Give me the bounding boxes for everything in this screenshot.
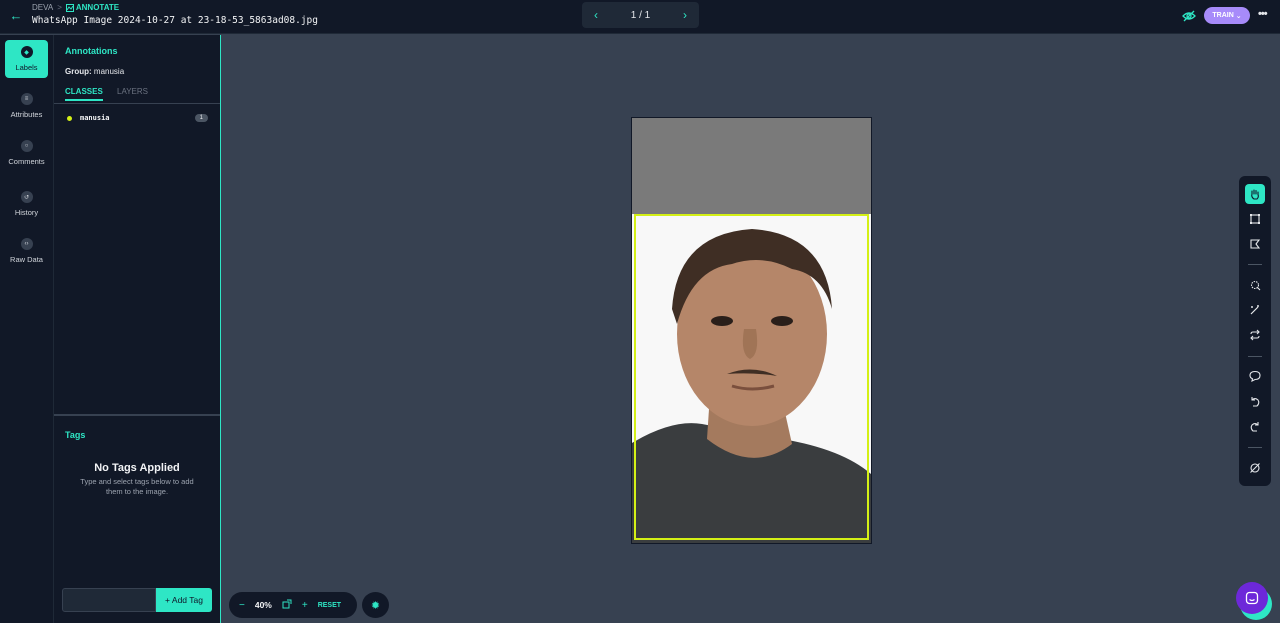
more-options-icon[interactable]: ••• [1258,8,1268,20]
tags-title: Tags [65,430,86,440]
no-tags-heading: No Tags Applied [94,462,180,474]
chat-support-icon[interactable] [1236,582,1268,614]
breadcrumb-current: ANNOTATE [65,3,120,12]
class-count-badge: 1 [194,114,208,122]
tab-classes[interactable]: CLASSES [65,87,103,101]
rail-item-attributes[interactable]: ≡ Attributes [5,87,48,125]
rail-item-label: History [14,208,39,217]
tab-layers[interactable]: LAYERS [117,87,148,96]
class-item-manusia[interactable]: manusia 1 [67,113,208,123]
zoom-controls: − 40% + RESET [229,592,357,618]
train-label: TRAIN [1212,12,1234,19]
class-color-dot [67,115,72,121]
no-tags-description: Type and select tags below to add them t… [80,477,194,496]
panel-tabs: CLASSES LAYERS [54,85,220,104]
zoom-out-button[interactable]: − [239,600,245,611]
breadcrumb: DEVA > ANNOTATE [32,3,119,12]
polygon-tool-icon[interactable] [1245,234,1265,254]
rail-item-history[interactable]: ↺ History [5,185,48,223]
rail-item-label: Attributes [10,110,43,119]
comment-icon: ○ [20,140,33,152]
group-prefix: Group: [65,67,92,76]
breadcrumb-separator: > [57,3,62,12]
image-pager: ‹ 1 / 1 › [582,2,699,28]
prev-image-chevron-icon[interactable]: ‹ [594,8,598,22]
toolbar-divider [1248,356,1262,357]
top-bar: ← DEVA > ANNOTATE WhatsApp Image 2024-10… [0,0,1280,34]
comment-icon[interactable] [1245,366,1265,386]
clear-empty-set-icon[interactable] [1245,458,1265,478]
rail-item-label: Raw Data [10,255,43,264]
code-icon: ‹› [20,238,33,250]
breadcrumb-current-label: ANNOTATE [75,3,120,12]
rail-item-comments[interactable]: ○ Comments [5,134,48,172]
back-arrow-icon[interactable]: ← [8,8,24,24]
tag-input[interactable] [62,588,156,612]
group-value: manusia [93,67,125,76]
chevron-down-icon: ⌄ [1235,12,1242,20]
fit-screen-icon[interactable] [282,599,292,612]
panel-divider [54,414,220,416]
breadcrumb-root[interactable]: DEVA [32,3,53,12]
annotations-panel: Annotations Group: manusia CLASSES LAYER… [54,35,221,623]
add-tag-button[interactable]: + Add Tag [156,588,212,612]
reset-zoom-button[interactable]: RESET [318,602,341,609]
settings-gear-icon[interactable]: ✹ [362,592,389,618]
rail-item-labels[interactable]: ◆ Labels [5,40,48,78]
zoom-level: 40% [254,600,272,610]
smart-select-icon[interactable] [1245,275,1265,295]
annotate-icon [65,3,74,12]
pan-hand-icon[interactable] [1245,184,1265,204]
file-name: WhatsApp Image 2024-10-27 at 23-18-53_58… [32,15,318,26]
pager-count: 1 / 1 [630,9,651,21]
repeat-icon[interactable] [1245,325,1265,345]
next-image-chevron-icon[interactable]: › [683,8,687,22]
bounding-box-manusia[interactable] [634,214,869,540]
rail-item-raw-data[interactable]: ‹› Raw Data [5,232,48,270]
zoom-in-button[interactable]: + [302,600,308,611]
left-rail: ◆ Labels ≡ Attributes ○ Comments ↺ Histo… [0,35,54,623]
rail-item-label: Comments [8,157,45,166]
image-top-region [632,118,871,214]
bounding-box-tool-icon[interactable] [1245,209,1265,229]
labels-icon: ◆ [20,46,33,58]
annotation-toolbar [1239,176,1271,486]
panel-title: Annotations [65,46,118,56]
hide-annotations-eye-icon[interactable] [1182,9,1196,23]
redo-icon[interactable] [1245,417,1265,437]
undo-icon[interactable] [1245,392,1265,412]
magic-wand-icon[interactable] [1245,300,1265,320]
train-button[interactable]: TRAIN ⌄ [1204,7,1250,24]
toolbar-divider [1248,264,1262,265]
class-name: manusia [80,114,110,122]
toolbar-divider [1248,447,1262,448]
rail-item-label: Labels [15,63,38,72]
history-icon: ↺ [20,191,33,203]
attributes-icon: ≡ [20,93,33,105]
group-label: Group: manusia [65,67,124,76]
